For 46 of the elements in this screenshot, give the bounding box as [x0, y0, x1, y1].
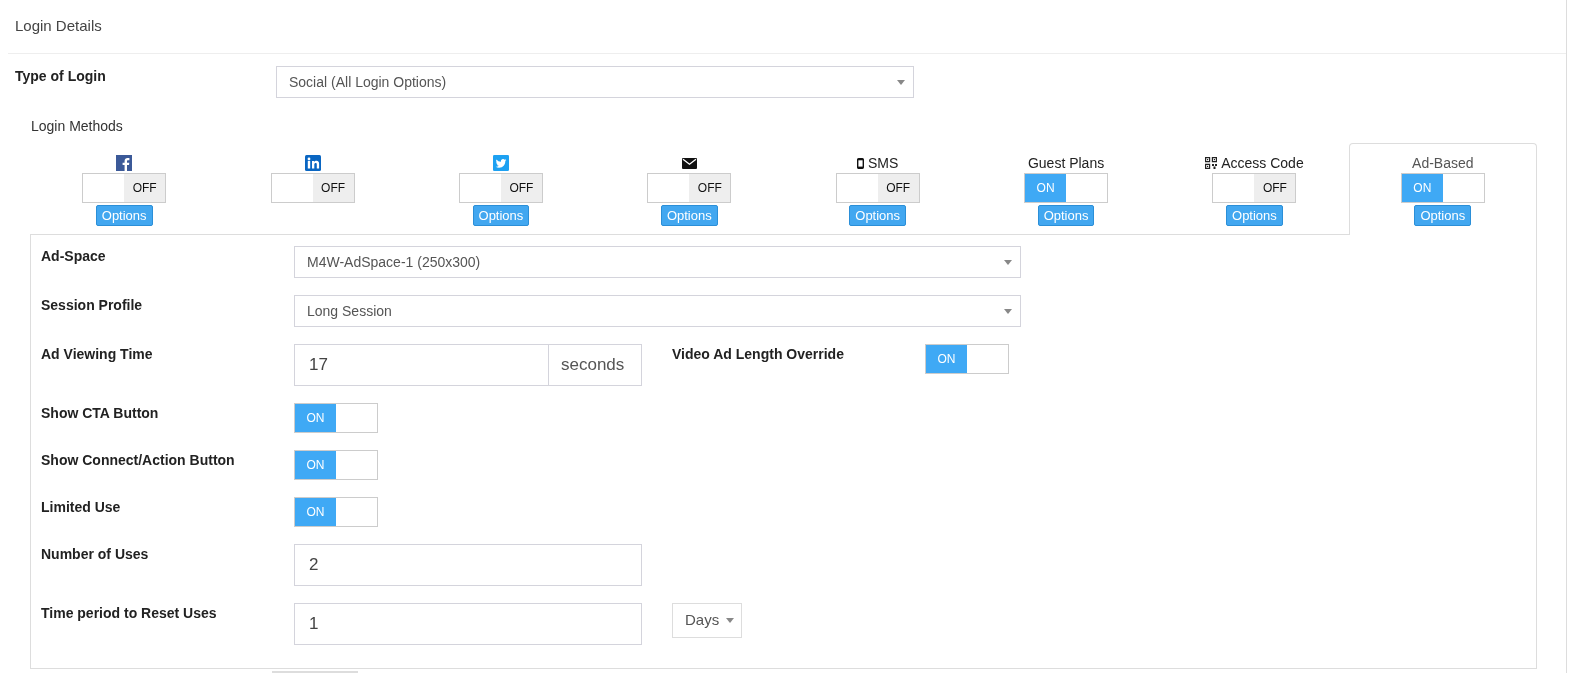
field-label: Video Ad Length Override [672, 345, 845, 364]
select-dropdown[interactable]: Long Session [294, 295, 1021, 327]
select-dropdown[interactable]: M4W-AdSpace-1 (250x300) [294, 246, 1021, 278]
field-label: Time period to Reset Uses [41, 604, 218, 623]
field-label: Number of Uses [41, 545, 150, 564]
toggle-switch[interactable]: OFF [647, 173, 732, 203]
toggle-switch[interactable]: OFF [458, 173, 543, 203]
in-logo-icon [304, 155, 321, 171]
field-label: Ad-Space [41, 247, 107, 266]
method-label: Access Code [1221, 153, 1304, 173]
field-label: Type of Login [15, 67, 107, 86]
field-label: Limited Use [41, 498, 122, 517]
envelope-icon [681, 157, 697, 169]
section-label: Login Methods [31, 117, 124, 135]
panel-title: Login Details [15, 16, 102, 37]
caret-icon [1004, 308, 1012, 314]
phone-icon [857, 157, 864, 169]
method-label: Ad-Based [1412, 153, 1474, 173]
field-label: Show Connect/Action Button [41, 451, 236, 470]
toggle-switch[interactable]: OFF [82, 173, 167, 203]
toggle-switch[interactable]: OFF [1212, 173, 1297, 203]
login-method-tab[interactable]: SMS OFF Options [783, 143, 972, 235]
method-label: Guest Plans [1027, 153, 1105, 173]
login-method-tab[interactable]: OFF Options [30, 143, 219, 235]
login-method-tab[interactable]: Access Code OFF Options [1160, 143, 1349, 235]
qr-code-icon [1205, 157, 1218, 169]
login-method-tab[interactable]: OFF [218, 143, 407, 235]
number-input[interactable]: 2 [294, 544, 642, 586]
number-input[interactable]: 17 [294, 344, 549, 386]
login-type-dropdown[interactable]: Social (All Login Options) [276, 66, 914, 98]
caret-icon [897, 79, 905, 85]
toggle-switch[interactable]: OFF [270, 173, 355, 203]
field-label: Session Profile [41, 296, 144, 315]
bird-logo-icon [492, 155, 509, 171]
toggle-switch[interactable]: OFF [835, 173, 920, 203]
period-dropdown[interactable]: Days [672, 603, 742, 638]
caret-icon [1004, 259, 1012, 265]
field-label: Ad Viewing Time [41, 345, 154, 364]
field-label: Show CTA Button [41, 404, 160, 423]
f-logo-icon [116, 155, 133, 171]
login-method-tab[interactable]: OFF Options [595, 143, 784, 235]
unit-addon: seconds [549, 344, 642, 386]
login-method-tab[interactable]: OFF Options [406, 143, 596, 235]
method-label: SMS [868, 153, 899, 173]
number-input[interactable]: 1 [294, 603, 642, 645]
caret-icon [726, 618, 734, 623]
